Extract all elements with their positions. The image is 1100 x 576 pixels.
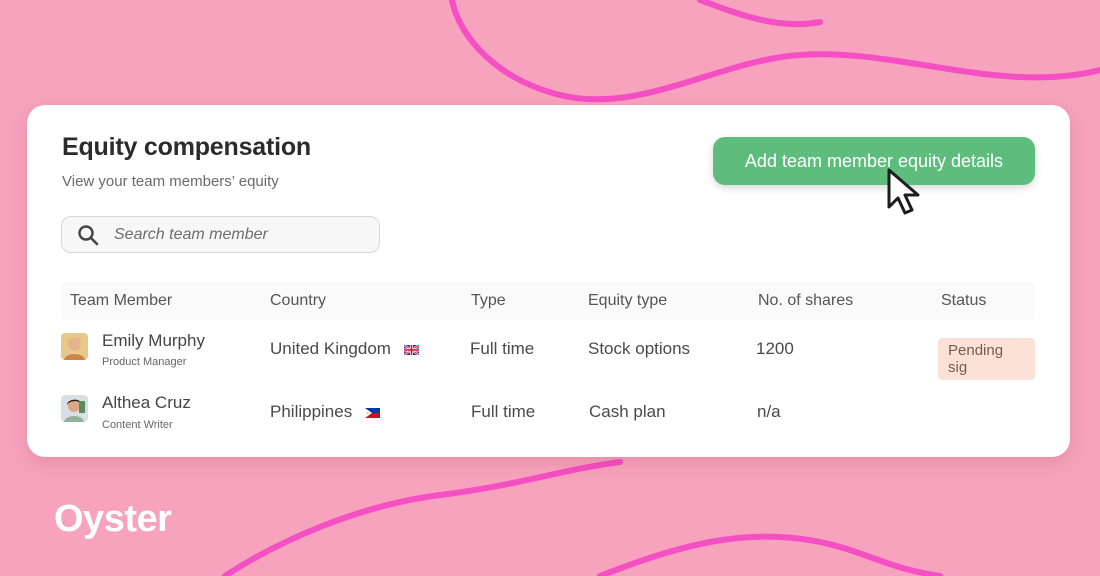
search-input[interactable]	[112, 224, 356, 245]
country-name: Philippines	[270, 402, 353, 421]
member-name: Althea Cruz	[102, 393, 191, 412]
member-equity-type: Stock options	[588, 339, 691, 358]
table-header: Team Member Country Type Equity type No.…	[61, 282, 1035, 320]
member-country: United Kingdom	[270, 339, 419, 359]
member-country: Philippines	[270, 402, 380, 422]
member-shares: n/a	[757, 402, 781, 421]
member-role: Content Writer	[102, 419, 173, 431]
avatar	[61, 395, 88, 422]
column-header-type: Type	[471, 292, 506, 309]
member-role: Product Manager	[102, 356, 187, 368]
column-header-shares: No. of shares	[758, 292, 854, 309]
mouse-pointer-icon	[887, 168, 920, 215]
member-equity-type: Cash plan	[589, 402, 666, 421]
page-subtitle: View your team members’ equity	[62, 173, 279, 190]
avatar	[61, 333, 88, 360]
philippines-flag-icon	[364, 407, 380, 418]
member-shares: 1200	[756, 339, 794, 358]
table-row[interactable]: Althea Cruz Content Writer Philippines F…	[61, 390, 1035, 446]
add-equity-details-button[interactable]: Add team member equity details	[713, 137, 1035, 185]
member-name: Emily Murphy	[102, 331, 205, 350]
column-header-status: Status	[941, 292, 987, 309]
country-name: United Kingdom	[270, 339, 391, 358]
search-box[interactable]	[61, 216, 380, 253]
search-icon	[78, 224, 99, 245]
status-badge: Pending sig	[938, 338, 1035, 380]
uk-flag-icon	[403, 344, 419, 355]
member-type: Full time	[470, 339, 535, 358]
member-type: Full time	[471, 402, 536, 421]
column-header-country: Country	[270, 292, 327, 309]
column-header-equity-type: Equity type	[588, 292, 668, 309]
page-title: Equity compensation	[62, 133, 312, 161]
column-header-team-member: Team Member	[70, 292, 173, 309]
table-row[interactable]: Emily Murphy Product Manager United King…	[61, 327, 1035, 383]
oyster-logo: Oyster	[54, 498, 172, 540]
equity-card: Equity compensation View your team membe…	[27, 105, 1070, 457]
